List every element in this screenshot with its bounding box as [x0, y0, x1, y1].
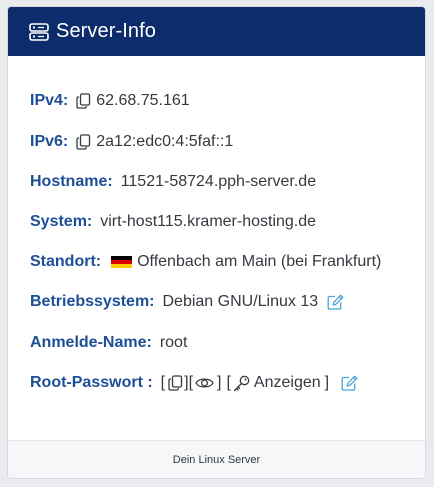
- card-footer: Dein Linux Server: [8, 440, 425, 478]
- system-value: virt-host115.kramer-hosting.de: [100, 213, 317, 230]
- server-info-card: Server-Info IPv4: 62.68.75.161 IPv6: 2a1…: [7, 6, 426, 479]
- login-row: Anmelde-Name: root: [30, 332, 187, 354]
- germany-flag-icon: [111, 255, 133, 269]
- root-password-row: Root-Passwort : [ ][ ] [ Anzeigen]: [30, 372, 358, 394]
- ipv6-row: IPv6: 2a12:edc0:4:5faf::1: [30, 131, 233, 153]
- footer-text: Dein Linux Server: [172, 453, 261, 466]
- os-value: Debian GNU/Linux 13: [162, 293, 319, 310]
- ipv6-label: IPv6:: [30, 133, 69, 150]
- hostname-value: 11521-58724.pph-server.de: [120, 173, 317, 190]
- bracket-open: [: [160, 374, 166, 391]
- os-label: Betriebssystem:: [30, 293, 155, 310]
- os-row: Betriebssystem: Debian GNU/Linux 13: [30, 291, 344, 313]
- system-label: System:: [30, 213, 93, 230]
- login-label: Anmelde-Name:: [30, 334, 152, 351]
- ipv6-value: 2a12:edc0:4:5faf::1: [96, 133, 234, 150]
- copy-icon[interactable]: [76, 134, 91, 150]
- show-password-label: Anzeigen: [253, 374, 321, 391]
- show-password-button[interactable]: Anzeigen: [233, 374, 321, 392]
- hostname-row: Hostname: 11521-58724.pph-server.de: [30, 171, 316, 193]
- card-header: Server-Info: [8, 7, 425, 56]
- key-icon: [233, 375, 250, 391]
- bracket-close: ]: [217, 374, 222, 391]
- hostname-label: Hostname:: [30, 173, 113, 190]
- login-value: root: [159, 334, 188, 351]
- edit-icon[interactable]: [341, 375, 358, 391]
- card-body: IPv4: 62.68.75.161 IPv6: 2a12:edc0:4:5fa…: [8, 56, 425, 441]
- standort-label: Standort:: [30, 253, 102, 270]
- server-icon: [29, 22, 49, 41]
- copy-icon[interactable]: [76, 93, 91, 109]
- edit-icon[interactable]: [327, 294, 344, 310]
- page-title: Server-Info: [56, 20, 157, 42]
- standort-value: Offenbach am Main (bei Frankfurt): [137, 253, 382, 270]
- root-password-label: Root-Passwort :: [30, 374, 153, 391]
- bracket-mid: ][: [184, 374, 194, 391]
- copy-icon[interactable]: [168, 375, 183, 391]
- ipv4-value: 62.68.75.161: [96, 92, 190, 109]
- eye-icon[interactable]: [195, 376, 214, 390]
- ipv4-row: IPv4: 62.68.75.161: [30, 90, 190, 112]
- system-row: System: virt-host115.kramer-hosting.de: [30, 211, 316, 233]
- bracket-open-2: [: [226, 374, 231, 391]
- ipv4-label: IPv4:: [30, 92, 69, 109]
- standort-row: Standort: Offenbach am Main (bei Frankfu…: [30, 251, 381, 273]
- bracket-close-2: ]: [324, 374, 330, 391]
